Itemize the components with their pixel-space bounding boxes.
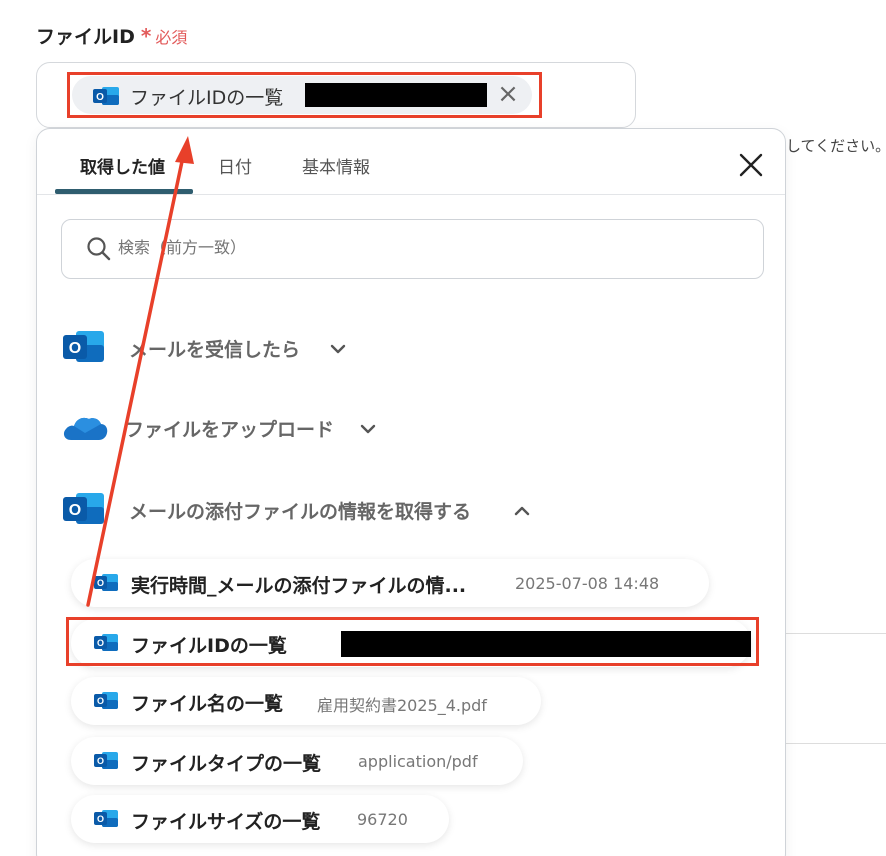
outlook-icon: O <box>93 807 119 835</box>
group-label: ファイルをアップロード <box>125 419 335 441</box>
value-picker-panel: 取得した値 日付 基本情報 O メールを受信したら <box>36 128 786 856</box>
background-divider <box>786 633 886 634</box>
item-value: 雇用契約書2025_4.pdf <box>317 696 487 715</box>
tab-date[interactable]: 日付 <box>218 153 252 178</box>
svg-text:O: O <box>97 696 104 706</box>
chevron-down-icon <box>329 341 347 355</box>
svg-text:O: O <box>97 578 104 588</box>
group-label: メールの添付ファイルの情報を取得する <box>129 501 472 523</box>
item-label: ファイルサイズの一覧 <box>131 811 321 833</box>
item-value: application/pdf <box>358 752 478 771</box>
active-tab-indicator <box>55 189 193 194</box>
svg-text:O: O <box>69 502 81 519</box>
outlook-icon: O <box>93 749 119 777</box>
outlook-icon: O <box>93 689 119 717</box>
close-icon[interactable] <box>737 151 765 179</box>
background-divider <box>786 743 886 744</box>
item-label: 実行時間_メールの添付ファイルの情... <box>131 575 467 597</box>
group-attachment-info[interactable]: O メールの添付ファイルの情報を取得する <box>61 489 561 533</box>
field-label-text: ファイルID <box>36 26 135 48</box>
svg-text:O: O <box>69 340 81 357</box>
search-box[interactable] <box>61 219 764 279</box>
group-file-upload[interactable]: ファイルをアップロード <box>61 407 461 451</box>
required-star: * <box>140 24 152 48</box>
group-label: メールを受信したら <box>129 339 301 361</box>
search-icon <box>86 236 112 266</box>
required-text: 必須 <box>155 28 188 47</box>
chevron-up-icon <box>513 503 531 517</box>
outlook-icon: O <box>61 489 105 533</box>
onedrive-icon <box>61 407 109 451</box>
item-label: ファイル名の一覧 <box>131 693 284 715</box>
background-hint-text: してください。 <box>786 137 886 155</box>
list-item-file-name[interactable]: O ファイル名の一覧 雇用契約書2025_4.pdf <box>71 677 541 725</box>
list-item-file-type[interactable]: O ファイルタイプの一覧 application/pdf <box>71 737 523 785</box>
group-mail-received[interactable]: O メールを受信したら <box>61 327 461 371</box>
item-value: 96720 <box>357 810 408 829</box>
svg-text:O: O <box>97 756 104 766</box>
tab-acquired-values[interactable]: 取得した値 <box>80 153 165 178</box>
list-item-file-size[interactable]: O ファイルサイズの一覧 96720 <box>71 795 449 843</box>
highlight-box-field <box>67 72 542 118</box>
highlight-box-item <box>66 617 759 666</box>
search-input[interactable] <box>118 238 718 257</box>
outlook-icon: O <box>61 327 105 371</box>
tab-bar: 取得した値 日付 基本情報 <box>37 129 785 195</box>
item-label: ファイルタイプの一覧 <box>131 753 322 775</box>
tab-basic-info[interactable]: 基本情報 <box>302 153 370 178</box>
outlook-icon: O <box>93 571 119 599</box>
field-label: ファイルID * 必須 <box>36 22 187 49</box>
chevron-down-icon <box>359 421 377 435</box>
svg-text:O: O <box>97 814 104 824</box>
item-value: 2025-07-08 14:48 <box>515 574 660 593</box>
list-item-exec-time[interactable]: O 実行時間_メールの添付ファイルの情... 2025-07-08 14:48 <box>71 559 709 607</box>
